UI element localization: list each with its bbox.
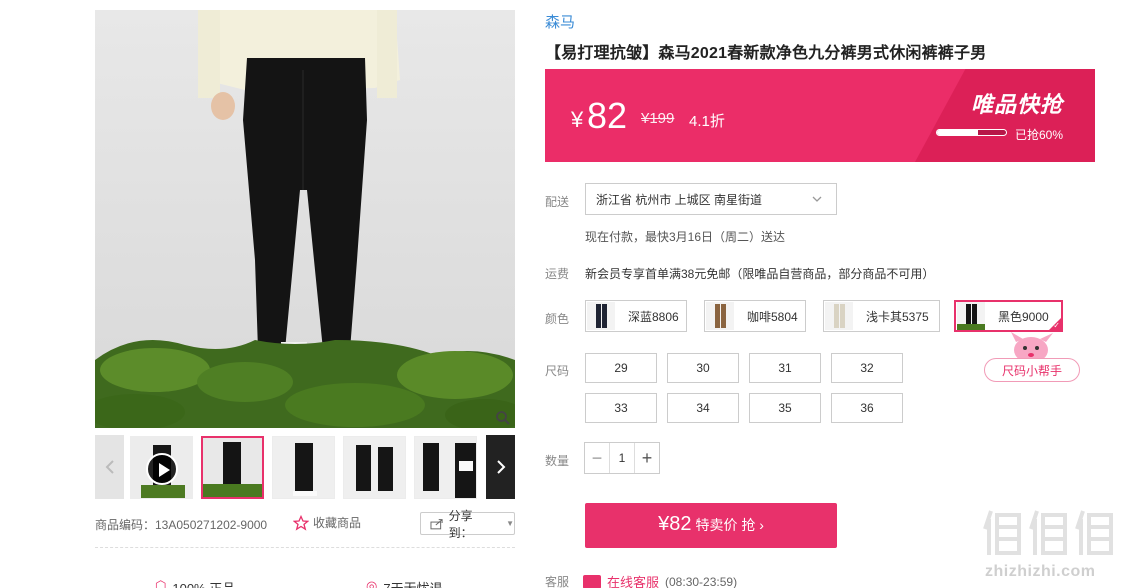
online-service[interactable]: 在线客服 (08:30-23:59) <box>583 572 737 588</box>
color-option-navy[interactable]: 深蓝8806 <box>585 300 687 332</box>
size-option[interactable]: 32 <box>831 353 903 383</box>
discount-label: 4.1折 <box>689 113 725 130</box>
color-option-black[interactable]: 黑色9000 ✓ <box>954 300 1063 332</box>
watermark-site: zhizhizhi.com <box>985 563 1096 580</box>
share-icon <box>430 518 443 529</box>
buy-now-button[interactable]: ¥82 特卖价 抢 › <box>585 503 837 548</box>
divider <box>95 547 515 548</box>
brand-link[interactable]: 森马 <box>545 11 575 32</box>
color-option-khaki[interactable]: 浅卡其5375 <box>823 300 940 332</box>
thumb-next-button[interactable] <box>486 435 515 499</box>
caret-down-icon: ▼ <box>506 519 514 528</box>
shipping-label: 运费 <box>545 267 570 281</box>
size-option[interactable]: 31 <box>749 353 821 383</box>
thumbnail-image[interactable] <box>343 436 406 499</box>
thumb-prev-button[interactable] <box>95 435 124 499</box>
size-option[interactable]: 34 <box>667 393 739 423</box>
thumbnail-strip <box>95 435 515 499</box>
buy-price: ¥82 <box>658 513 692 535</box>
color-label: 颜色 <box>545 312 570 326</box>
flash-sale-title: 唯品快抢 <box>970 92 1063 117</box>
size-option[interactable]: 29 <box>585 353 657 383</box>
size-option[interactable]: 33 <box>585 393 657 423</box>
service-hours: (08:30-23:59) <box>665 574 738 588</box>
sku-code: 商品编码：13A050271202-9000 <box>95 518 268 532</box>
buy-label: 特卖价 抢 › <box>695 517 764 533</box>
share-label: 分享到： <box>448 508 473 540</box>
chevron-left-icon <box>105 460 114 474</box>
quantity-stepper: − 1 + <box>584 442 660 474</box>
sale-price: 82 <box>587 95 628 136</box>
share-button[interactable]: 分享到： ▼ <box>420 509 515 540</box>
currency-symbol: ¥ <box>571 107 584 132</box>
color-swatch <box>587 302 615 330</box>
play-icon[interactable] <box>146 453 178 485</box>
guarantee-return: ◎ 7天无忧退 <box>366 578 443 588</box>
return-icon: ◎ <box>366 578 378 588</box>
size-label: 尺码 <box>545 364 570 378</box>
star-icon <box>293 514 309 531</box>
shield-icon: ⬡ <box>155 578 167 588</box>
color-swatch <box>706 302 734 330</box>
price-panel: ¥ 82 ¥199 4.1折 唯品快抢 已抢60% <box>545 69 1095 162</box>
quantity-value[interactable]: 1 <box>609 443 635 473</box>
product-meta-row: 商品编码：13A050271202-9000 收藏商品 分享到： ▼ <box>95 509 515 540</box>
color-swatch <box>825 302 853 330</box>
address-value: 浙江省 杭州市 上城区 南星街道 <box>596 192 763 207</box>
sold-progress-bar <box>936 129 1007 136</box>
thumbnail-image-active[interactable] <box>201 436 264 499</box>
chevron-down-icon <box>812 196 822 202</box>
size-helper[interactable]: 尺码小帮手 <box>983 330 1081 384</box>
chat-icon <box>583 574 601 588</box>
thumbnail-image[interactable] <box>414 436 477 499</box>
online-service-link[interactable]: 在线客服 <box>607 572 659 588</box>
thumbnail-image[interactable] <box>272 436 335 499</box>
original-price: ¥199 <box>641 110 675 127</box>
thumbnail-video[interactable] <box>130 436 193 499</box>
quantity-minus-button[interactable]: − <box>585 443 609 473</box>
delivery-label: 配送 <box>545 195 570 209</box>
service-label: 客服 <box>545 575 570 588</box>
quantity-label: 数量 <box>545 454 570 468</box>
color-swatch <box>957 302 985 330</box>
color-option-coffee[interactable]: 咖啡5804 <box>704 300 806 332</box>
size-option[interactable]: 36 <box>831 393 903 423</box>
guarantee-authentic: ⬡ 100% 正品 <box>155 578 235 588</box>
chevron-right-icon <box>496 460 505 474</box>
zoom-icon[interactable] <box>495 410 511 426</box>
quantity-plus-button[interactable]: + <box>635 443 659 473</box>
shipping-policy: 新会员专享首单满38元免邮（限唯品自营商品，部分商品不可用） <box>585 267 935 281</box>
size-helper-label[interactable]: 尺码小帮手 <box>984 358 1080 382</box>
size-option[interactable]: 35 <box>749 393 821 423</box>
size-option[interactable]: 30 <box>667 353 739 383</box>
address-select[interactable]: 浙江省 杭州市 上城区 南星街道 <box>585 183 837 215</box>
delivery-estimate: 现在付款，最快3月16日（周二）送达 <box>585 230 786 244</box>
product-main-image[interactable] <box>95 10 515 428</box>
sold-percent-text: 已抢60% <box>1015 128 1064 142</box>
favorite-button[interactable]: 收藏商品 <box>293 514 361 531</box>
product-title: 【易打理抗皱】森马2021春新款净色九分裤男式休闲裤裤子男 <box>545 45 987 62</box>
favorite-label: 收藏商品 <box>313 516 362 530</box>
sold-progress-fill <box>937 130 979 135</box>
